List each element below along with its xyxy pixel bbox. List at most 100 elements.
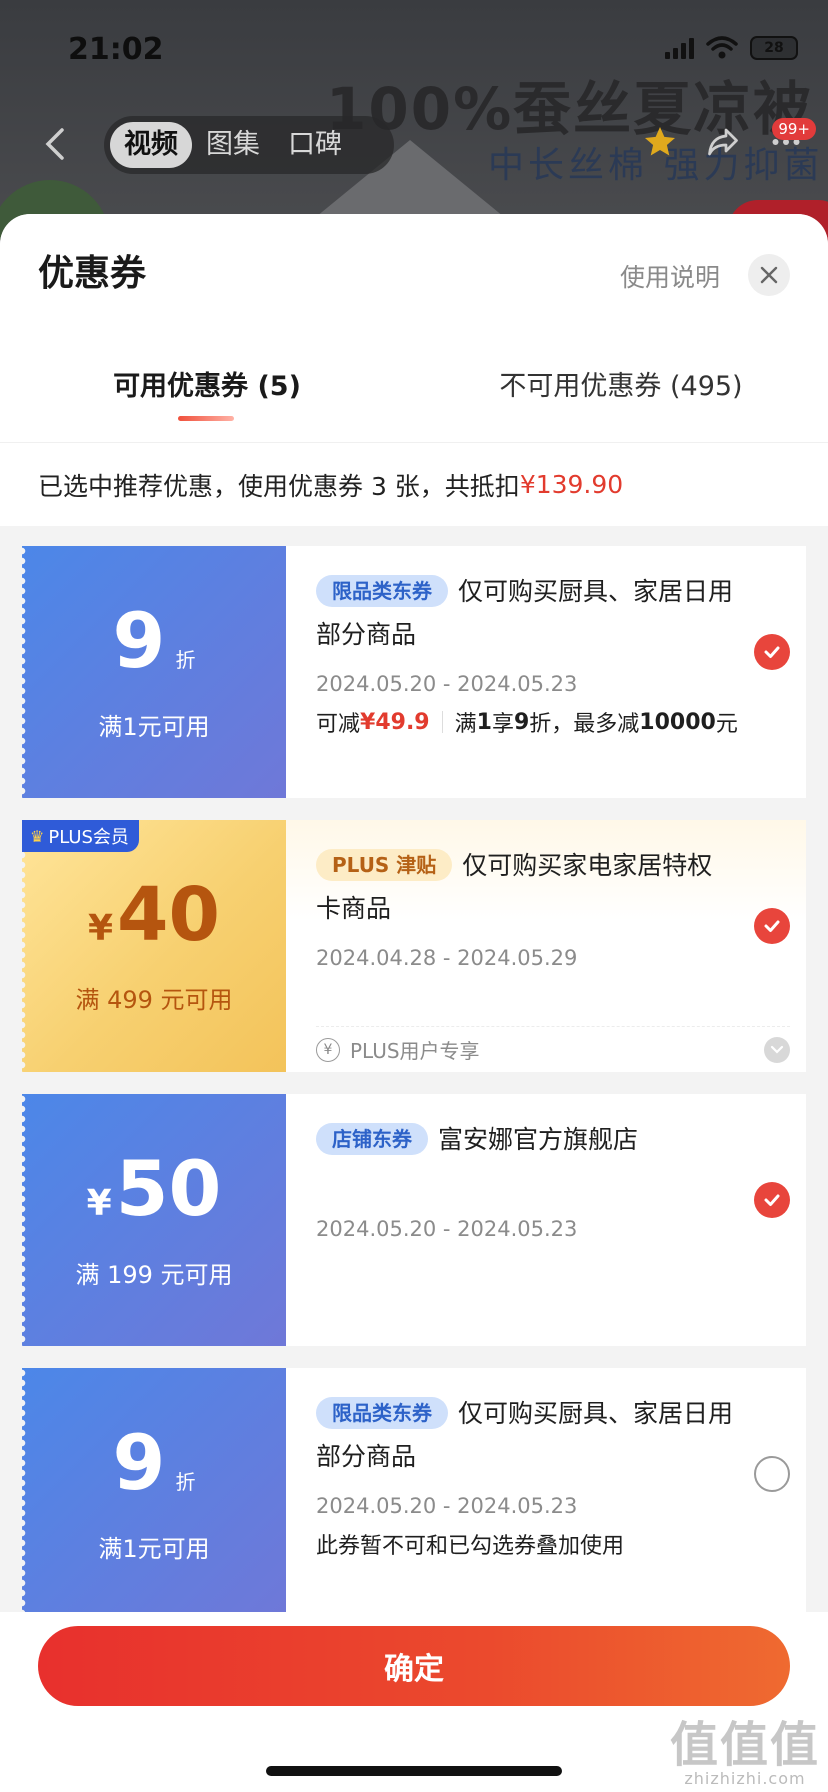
coupon-card[interactable]: ¥ 50 满 199 元可用 店铺东券 富安娜官方旗舰店 2024.05.20 -…	[22, 1094, 806, 1346]
media-tab-reviews[interactable]: 口碑	[274, 122, 356, 168]
close-icon	[760, 266, 778, 284]
coupon-info: 店铺东券 富安娜官方旗舰店 2024.05.20 - 2024.05.23	[286, 1094, 806, 1346]
notification-badge: 99+	[772, 118, 816, 140]
coupon-condition: 满1元可用	[98, 1534, 210, 1563]
detail-rule-c: 享	[491, 712, 514, 737]
battery-icon: 28	[750, 36, 798, 60]
coupon-discount-detail: 可减 ¥49.9 满 1 享 9 折，最多减 10000 元	[316, 706, 778, 738]
coupon-value-panel: ♛ PLUS会员 ¥ 40 满 499 元可用	[22, 820, 286, 1072]
coupon-currency: ¥	[87, 907, 114, 949]
media-tabs: 视频 图集 口碑	[104, 116, 394, 174]
detail-divider	[441, 711, 443, 733]
detail-prefix: 可减	[316, 712, 361, 737]
coupon-tabs: 可用优惠券 (5) 不可用优惠券 (495)	[0, 364, 828, 403]
checkmark-icon	[764, 920, 780, 932]
summary-text: 已选中推荐优惠，使用优惠券 3 张，共抵扣	[38, 471, 520, 501]
ticket-edge	[22, 546, 28, 798]
detail-rule-f: 10000	[639, 709, 716, 735]
watermark: 值值值 zhizhizhi.com	[670, 1721, 820, 1788]
plus-member-badge: ♛ PLUS会员	[22, 820, 139, 852]
coupon-info: 限品类东券 仅可购买厨具、家居日用部分商品 2024.05.20 - 2024.0…	[286, 1368, 806, 1620]
coupon-value-panel: 9 折 满1元可用	[22, 1368, 286, 1620]
coupon-date: 2024.05.20 - 2024.05.23	[316, 1494, 578, 1518]
sheet-footer: 确定 值值值 zhizhizhi.com	[0, 1612, 828, 1792]
plus-badge-label: PLUS会员	[48, 827, 129, 848]
coupon-value-panel: ¥ 50 满 199 元可用	[22, 1094, 286, 1346]
media-tab-video[interactable]: 视频	[110, 122, 192, 168]
detail-amount: ¥49.9	[360, 709, 430, 735]
usage-instructions-link[interactable]: 使用说明	[620, 258, 720, 294]
coupon-value: 9 折	[112, 595, 196, 685]
coupon-value-number: 9	[112, 595, 166, 685]
tab-unavailable-coupons[interactable]: 不可用优惠券 (495)	[414, 364, 828, 403]
coupon-value: ¥ 50	[86, 1143, 222, 1233]
detail-rule-g: 元	[715, 712, 738, 737]
tab-available-coupons[interactable]: 可用优惠券 (5)	[0, 364, 414, 403]
yen-circle-icon: ¥	[316, 1037, 340, 1062]
detail-rule-b: 1	[476, 709, 492, 735]
close-button[interactable]	[748, 254, 790, 296]
cellular-signal-icon	[665, 37, 694, 59]
coupon-date: 2024.05.20 - 2024.05.23	[316, 1217, 578, 1241]
coupon-value-unit: 折	[175, 1469, 196, 1494]
status-time: 21:02	[68, 32, 164, 67]
chevron-down-icon[interactable]	[764, 1036, 790, 1063]
coupon-description: 店铺东券 富安娜官方旗舰店	[316, 1118, 736, 1161]
coupon-date: 2024.05.20 - 2024.05.23	[316, 672, 578, 696]
coupon-type-tag: 限品类东券	[316, 1397, 448, 1429]
selection-summary: 已选中推荐优惠，使用优惠券 3 张，共抵扣 ¥139.90	[0, 442, 828, 526]
coupon-type-tag: PLUS 津贴	[316, 849, 453, 881]
watermark-logo: 值值值	[669, 1717, 820, 1773]
coupon-type-tag: 限品类东券	[316, 575, 448, 607]
coupon-checkbox-checked[interactable]	[754, 1182, 790, 1218]
coupon-description: 限品类东券 仅可购买厨具、家居日用部分商品	[316, 570, 736, 656]
coupon-info: 限品类东券 仅可购买厨具、家居日用部分商品 2024.05.20 - 2024.0…	[286, 546, 806, 798]
coupon-value-number: 50	[115, 1143, 222, 1233]
coupon-value-number: 9	[112, 1417, 166, 1507]
sheet-header: 优惠券 使用说明 可用优惠券 (5) 不可用优惠券 (495)	[0, 214, 828, 442]
coupon-value-number: 40	[117, 871, 221, 958]
coupon-condition: 满1元可用	[98, 712, 210, 741]
coupon-checkbox-checked[interactable]	[754, 908, 790, 944]
share-icon[interactable]	[704, 124, 742, 160]
plus-exclusive-note[interactable]: ¥ PLUS用户专享	[316, 1026, 790, 1072]
coupon-checkbox-checked[interactable]	[754, 634, 790, 670]
ticket-edge	[22, 1094, 28, 1346]
coupon-type-tag: 店铺东券	[316, 1123, 428, 1155]
coupon-card[interactable]: ♛ PLUS会员 ¥ 40 满 499 元可用 PLUS 津贴 仅可购买家电家居特…	[22, 820, 806, 1072]
crown-icon: ♛	[30, 826, 45, 846]
coupon-card[interactable]: 9 折 满1元可用 限品类东券 仅可购买厨具、家居日用部分商品 2024.05.2…	[22, 1368, 806, 1620]
watermark-url: zhizhizhi.com	[684, 1769, 806, 1788]
wifi-icon	[706, 36, 738, 59]
favorite-star-icon[interactable]	[642, 124, 678, 160]
coupon-desc-text: 富安娜官方旗舰店	[438, 1125, 639, 1154]
detail-rule-a: 满	[454, 712, 477, 737]
checkmark-icon	[764, 646, 780, 658]
confirm-button[interactable]: 确定	[38, 1626, 790, 1706]
home-indicator	[266, 1766, 562, 1776]
active-tab-indicator	[178, 416, 234, 421]
detail-rule-e: 折，最多减	[529, 712, 640, 737]
coupon-currency: ¥	[86, 1182, 112, 1224]
sheet-title: 优惠券	[38, 253, 147, 294]
coupon-description: PLUS 津贴 仅可购买家电家居特权卡商品	[316, 844, 736, 930]
coupon-condition: 满 499 元可用	[75, 985, 233, 1014]
coupon-condition: 满 199 元可用	[75, 1260, 233, 1289]
ticket-edge	[22, 1368, 28, 1620]
coupon-card[interactable]: 9 折 满1元可用 限品类东券 仅可购买厨具、家居日用部分商品 2024.05.2…	[22, 546, 806, 798]
media-tab-gallery[interactable]: 图集	[192, 122, 274, 168]
coupon-value: ¥ 40	[88, 878, 220, 952]
coupon-checkbox-unchecked[interactable]	[754, 1456, 790, 1492]
coupon-sheet: 优惠券 使用说明 可用优惠券 (5) 不可用优惠券 (495) 已选中推荐优惠，…	[0, 214, 828, 1792]
coupon-description: 限品类东券 仅可购买厨具、家居日用部分商品	[316, 1392, 736, 1478]
coupon-value-unit: 折	[175, 647, 196, 672]
coupon-value: 9 折	[112, 1417, 196, 1507]
plus-note-text: PLUS用户专享	[350, 1039, 480, 1063]
coupon-info: PLUS 津贴 仅可购买家电家居特权卡商品 2024.04.28 - 2024.0…	[286, 820, 806, 1072]
summary-amount: ¥139.90	[519, 470, 624, 499]
status-icons: 28	[665, 36, 798, 60]
coupon-date: 2024.04.28 - 2024.05.29	[316, 946, 578, 970]
coupon-value-panel: 9 折 满1元可用	[22, 546, 286, 798]
checkmark-icon	[764, 1194, 780, 1206]
back-arrow-icon[interactable]	[40, 124, 70, 164]
